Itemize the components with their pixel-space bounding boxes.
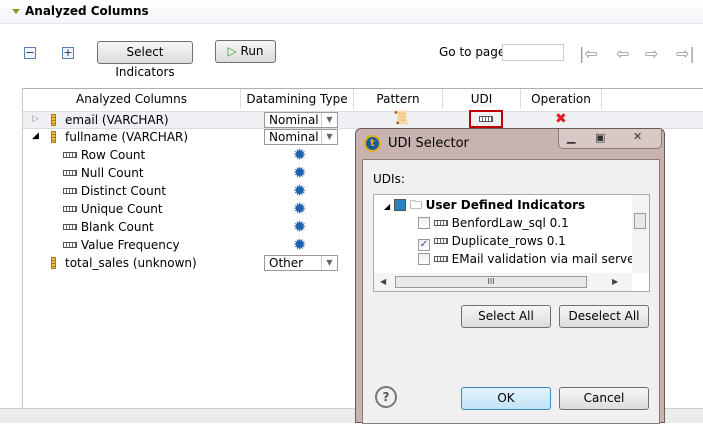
header-operation[interactable]: Operation	[521, 89, 602, 109]
first-page-icon[interactable]: |⇦	[579, 44, 598, 63]
gear-icon[interactable]: ✹	[293, 237, 306, 253]
dialog-body: UDIs: ◢ 🗀 User Defined Indicators Benfor…	[362, 159, 660, 424]
column-icon	[51, 130, 56, 144]
column-name: email (VARCHAR)	[65, 113, 169, 127]
add-pattern-icon[interactable]: 📜	[393, 111, 409, 126]
udi-checkbox[interactable]	[418, 217, 430, 229]
gear-icon[interactable]: ✹	[293, 147, 306, 163]
group-checkbox[interactable]	[393, 199, 406, 211]
delete-icon[interactable]: ✖	[555, 111, 567, 127]
gear-icon[interactable]: ✹	[293, 165, 306, 181]
header-datamining-type[interactable]: Datamining Type	[241, 89, 354, 109]
udi-item[interactable]: EMail validation via mail server 0.1	[374, 250, 649, 268]
indicator-icon	[63, 224, 77, 230]
deselect-all-button[interactable]: Deselect All	[559, 305, 649, 328]
udi-label: EMail validation via mail server 0.1	[451, 252, 650, 266]
run-icon: ▷	[227, 44, 237, 58]
indicator-name: Row Count	[80, 148, 146, 162]
help-icon[interactable]: ?	[375, 386, 397, 408]
indicator-icon	[63, 242, 77, 248]
indicator-icon	[63, 170, 77, 176]
gear-icon[interactable]: ✹	[293, 183, 306, 199]
gear-icon[interactable]: ✹	[293, 219, 306, 235]
collapse-icon[interactable]: ◢	[374, 202, 390, 211]
tree-group[interactable]: ◢ 🗀 User Defined Indicators	[374, 196, 632, 214]
header-udi[interactable]: UDI	[443, 89, 521, 109]
add-udi-icon[interactable]	[469, 110, 503, 128]
udi-item[interactable]: ✓ Duplicate_rows 0.1	[374, 232, 632, 251]
indicator-icon	[63, 206, 77, 212]
section-title: Analyzed Columns	[25, 4, 149, 18]
udi-icon	[433, 238, 448, 244]
minimize-icon[interactable]: ▁	[567, 131, 575, 144]
window-controls: ▁ ▣ ✕	[558, 129, 662, 149]
udi-checkbox[interactable]	[418, 253, 430, 265]
udi-icon	[433, 220, 448, 226]
last-page-icon[interactable]: ⇨|	[676, 44, 695, 63]
udi-label: Duplicate_rows 0.1	[451, 234, 566, 248]
udi-label: BenfordLaw_sql 0.1	[451, 216, 569, 230]
indicator-name: Distinct Count	[80, 184, 167, 198]
cancel-button[interactable]: Cancel	[559, 387, 649, 410]
prev-page-icon[interactable]: ⇦	[616, 44, 629, 63]
app-logo-icon: t	[364, 135, 381, 152]
goto-page-label: Go to page	[439, 45, 506, 59]
gear-icon[interactable]: ✹	[293, 201, 306, 217]
header-analyzed-columns[interactable]: Analyzed Columns	[23, 89, 241, 109]
udi-selector-dialog: t UDI Selector ▁ ▣ ✕ UDIs: ◢ 🗀 User Defi…	[355, 128, 665, 424]
column-name: total_sales (unknown)	[65, 256, 197, 270]
run-label: Run	[240, 44, 264, 58]
udis-label: UDIs:	[373, 172, 405, 186]
scroll-thumb[interactable]: III	[395, 276, 587, 288]
tree-horizontal-scrollbar[interactable]: ◀ III ▶	[374, 273, 632, 291]
ok-button[interactable]: OK	[461, 387, 551, 410]
close-icon[interactable]: ✕	[633, 130, 642, 143]
indicator-name: Unique Count	[80, 202, 163, 216]
section-header[interactable]: Analyzed Columns	[0, 0, 703, 24]
udi-tree[interactable]: ◢ 🗀 User Defined Indicators BenfordLaw_s…	[373, 194, 650, 292]
folder-icon: 🗀	[409, 198, 422, 212]
dialog-title: UDI Selector	[388, 136, 469, 151]
vertical-scrollbar[interactable]	[632, 195, 649, 273]
table-row[interactable]: ▷ email (VARCHAR) Nominal ▼ 📜 ✖	[23, 110, 703, 129]
indicator-name: Blank Count	[80, 220, 154, 234]
indicator-name: Value Frequency	[80, 238, 180, 252]
header-pattern[interactable]: Pattern	[354, 89, 443, 109]
maximize-icon[interactable]: ▣	[595, 131, 605, 144]
datamining-type-select[interactable]: Nominal ▼	[264, 129, 338, 145]
expand-all-icon[interactable]: +	[62, 47, 74, 59]
collapse-triangle-icon[interactable]	[12, 9, 20, 14]
indicator-icon	[63, 188, 77, 194]
column-icon	[51, 113, 56, 127]
udi-icon	[433, 256, 448, 262]
datamining-type-select[interactable]: Other ▼	[264, 255, 338, 271]
column-icon	[51, 256, 56, 270]
collapse-all-icon[interactable]: −	[24, 47, 36, 59]
select-indicators-button[interactable]: Select Indicators	[97, 41, 193, 79]
indicator-name: Null Count	[80, 166, 144, 180]
group-label: User Defined Indicators	[425, 198, 586, 212]
goto-page-input[interactable]	[502, 44, 564, 61]
datamining-type-select[interactable]: Nominal ▼	[264, 112, 338, 128]
select-all-button[interactable]: Select All	[461, 305, 551, 328]
run-button[interactable]: ▷ Run	[215, 40, 276, 63]
indicator-icon	[63, 152, 77, 158]
next-page-icon[interactable]: ⇨	[645, 44, 658, 63]
column-name: fullname (VARCHAR)	[65, 130, 189, 144]
expand-icon[interactable]: ▷	[32, 114, 39, 124]
collapse-icon[interactable]: ◢	[32, 131, 39, 141]
udi-item[interactable]: BenfordLaw_sql 0.1	[374, 214, 632, 232]
